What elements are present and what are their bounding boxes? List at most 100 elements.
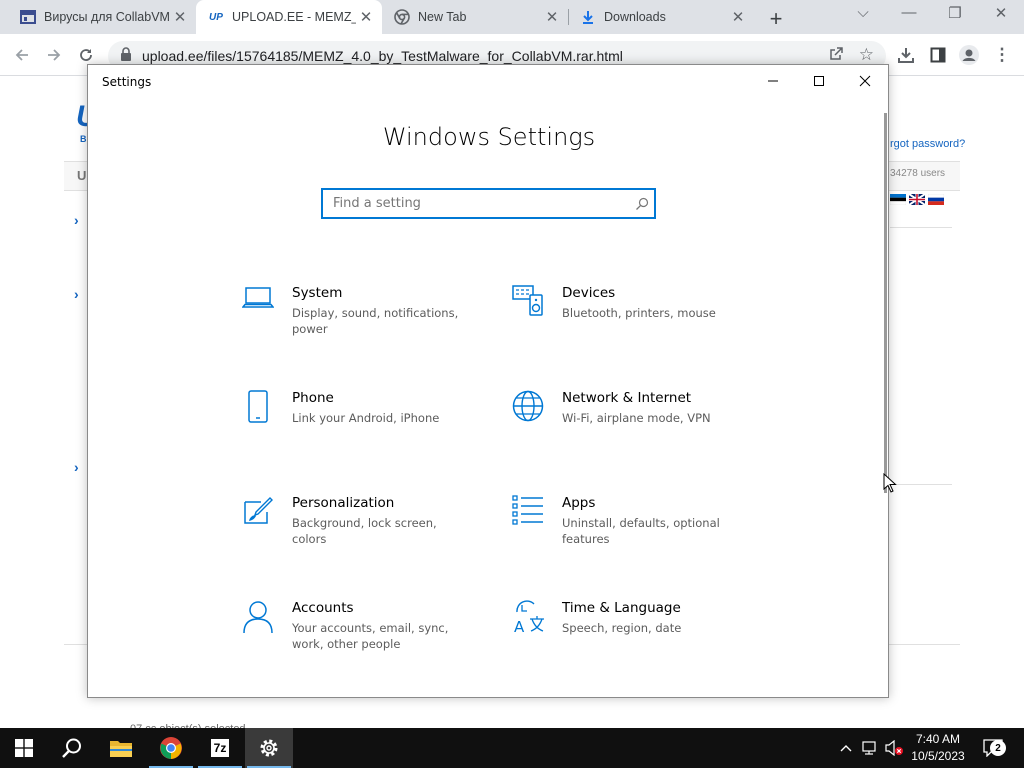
upload-ee-icon: UP: [209, 11, 223, 23]
close-tab-icon[interactable]: ✕: [728, 8, 748, 26]
profile-button[interactable]: [958, 44, 980, 66]
category-name: Phone: [292, 390, 334, 406]
lock-icon[interactable]: [120, 46, 132, 66]
browser-close-button[interactable]: ✕: [989, 4, 1013, 22]
tab-upload-ee[interactable]: UP UPLOAD.EE - MEMZ_4 ✕: [196, 0, 382, 34]
settings-scrollbar[interactable]: [884, 113, 887, 493]
tab-search-chevron-icon[interactable]: ⌵: [851, 4, 875, 21]
category-system[interactable]: System Display, sound, notifications, po…: [242, 285, 492, 365]
7zip-icon: 7z: [210, 739, 230, 757]
russia-flag-icon[interactable]: [928, 194, 944, 205]
windows-taskbar: 7z 7:40 AM 10/5/2023 2: [0, 728, 1024, 768]
category-phone[interactable]: Phone Link your Android, iPhone: [242, 390, 492, 470]
side-panel-button[interactable]: [927, 44, 949, 66]
category-devices[interactable]: Devices Bluetooth, printers, mouse: [512, 285, 762, 365]
divider: [890, 227, 952, 228]
system-clock[interactable]: 7:40 AM 10/5/2023: [903, 731, 973, 765]
category-time-language[interactable]: A Time & Language Speech, region, date: [512, 600, 762, 680]
time-language-icon: A: [512, 600, 562, 650]
category-description: Display, sound, notifications, power: [292, 306, 459, 336]
clock-date: 10/5/2023: [911, 749, 965, 763]
person-icon: [242, 600, 292, 650]
browser-minimize-button[interactable]: —: [897, 4, 921, 21]
settings-close-button[interactable]: [842, 65, 888, 97]
close-tab-icon[interactable]: ✕: [542, 8, 562, 26]
language-flags: [890, 194, 944, 205]
side-panel-icon: [930, 47, 946, 63]
category-description: Bluetooth, printers, mouse: [562, 306, 716, 320]
tab-title: Downloads: [604, 10, 666, 24]
taskbar-search-button[interactable]: [48, 728, 96, 768]
notification-count-badge: 2: [990, 740, 1006, 756]
category-description: Wi-Fi, airplane mode, VPN: [562, 411, 711, 425]
settings-window-title: Settings: [102, 75, 152, 89]
apps-list-icon: [512, 495, 562, 545]
category-name: System: [292, 285, 343, 301]
settings-search-box[interactable]: [321, 188, 656, 219]
chevron-right-icon[interactable]: ›: [74, 286, 79, 302]
brush-icon: [242, 495, 292, 545]
forward-arrow-icon: [48, 49, 61, 61]
avatar-icon: [959, 45, 979, 65]
back-button[interactable]: [11, 44, 33, 66]
tab-title: New Tab: [418, 10, 467, 24]
chevron-right-icon[interactable]: ›: [74, 212, 79, 228]
category-apps[interactable]: Apps Uninstall, defaults, optional featu…: [512, 495, 762, 575]
settings-search-input[interactable]: [323, 190, 630, 217]
category-name: Network & Internet: [562, 390, 692, 406]
tab-downloads[interactable]: Downloads ✕: [568, 0, 754, 34]
category-name: Apps: [562, 495, 596, 511]
browser-menu-icon[interactable]: ⋮: [991, 44, 1013, 66]
taskbar-settings[interactable]: [245, 728, 293, 768]
show-hidden-icons-chevron-icon[interactable]: [836, 738, 856, 758]
url-text: upload.ee/files/15764185/MEMZ_4.0_by_Tes…: [142, 48, 623, 64]
svg-text:A: A: [514, 618, 525, 634]
category-name: Accounts: [292, 600, 354, 616]
chevron-right-icon[interactable]: ›: [74, 459, 79, 475]
globe-icon: [512, 390, 562, 440]
clock-time: 7:40 AM: [915, 732, 961, 746]
download-tray-icon: [898, 48, 914, 63]
category-description: Background, lock screen, colors: [292, 516, 437, 546]
taskbar-file-explorer[interactable]: [97, 728, 145, 768]
back-arrow-icon: [15, 49, 28, 61]
uk-flag-icon[interactable]: [909, 194, 925, 205]
category-network-internet[interactable]: Network & Internet Wi-Fi, airplane mode,…: [512, 390, 762, 470]
close-tab-icon[interactable]: ✕: [356, 8, 376, 26]
taskbar-7zip[interactable]: 7z: [196, 728, 244, 768]
forgot-password-link[interactable]: rgot password?: [890, 138, 965, 150]
network-icon[interactable]: [861, 738, 881, 758]
forward-button[interactable]: [43, 44, 65, 66]
category-name: Personalization: [292, 495, 395, 511]
7zip-label: 7z: [213, 741, 227, 755]
settings-gear-icon: [260, 739, 278, 757]
tab-collabvm[interactable]: Вирусы для CollabVM ✕: [0, 0, 196, 34]
taskbar-chrome[interactable]: [147, 728, 195, 768]
settings-maximize-button[interactable]: [796, 65, 842, 97]
reload-button[interactable]: [75, 44, 97, 66]
start-button[interactable]: [0, 728, 48, 768]
reload-icon: [80, 49, 92, 61]
download-icon: [580, 9, 596, 25]
downloads-button[interactable]: [895, 44, 917, 66]
tab-new-tab[interactable]: New Tab ✕: [382, 0, 568, 34]
search-icon[interactable]: [630, 197, 654, 211]
logo-subtitle: B: [80, 134, 87, 144]
category-accounts[interactable]: Accounts Your accounts, email, sync, wor…: [242, 600, 492, 680]
tab-title: UPLOAD.EE - MEMZ_4: [232, 10, 356, 24]
close-tab-icon[interactable]: ✕: [170, 8, 190, 26]
browser-restore-button[interactable]: ❐: [943, 4, 967, 22]
search-icon: [62, 738, 81, 758]
volume-muted-icon[interactable]: [884, 738, 904, 758]
file-explorer-icon: [110, 741, 132, 757]
bookmark-star-icon[interactable]: ☆: [859, 45, 874, 65]
settings-minimize-button[interactable]: [750, 65, 796, 97]
new-tab-button[interactable]: +: [765, 6, 787, 32]
phone-icon: [242, 390, 292, 440]
close-icon: [859, 75, 871, 87]
estonia-flag-icon[interactable]: [890, 194, 906, 205]
category-personalization[interactable]: Personalization Background, lock screen,…: [242, 495, 492, 575]
settings-window: Settings Windows Settings System Display…: [87, 64, 889, 698]
nav-label: U: [77, 168, 87, 183]
category-description: Link your Android, iPhone: [292, 411, 440, 425]
